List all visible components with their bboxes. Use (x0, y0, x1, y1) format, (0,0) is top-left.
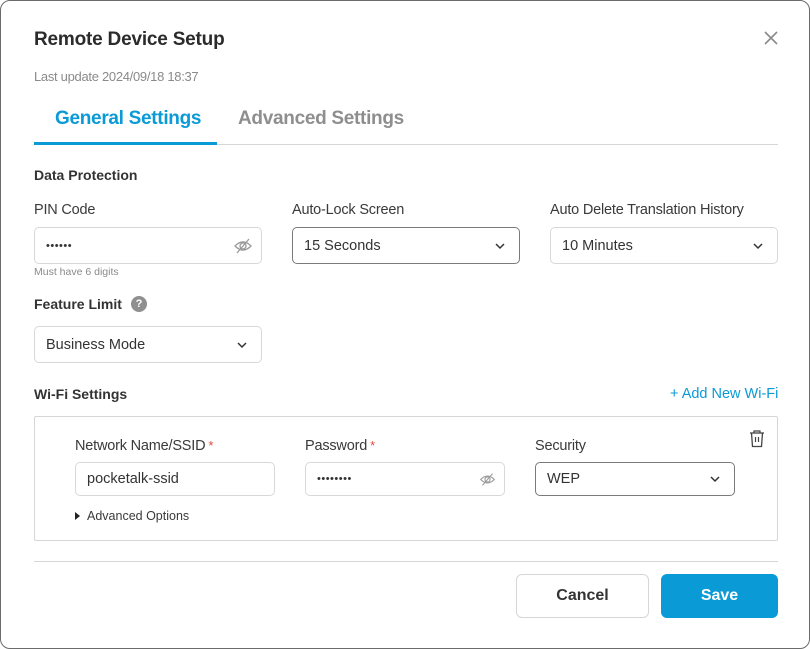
pin-code-input[interactable]: •••••• (34, 227, 262, 264)
close-icon[interactable] (761, 28, 781, 48)
chevron-down-icon (753, 242, 763, 249)
last-update-text: Last update 2024/09/18 18:37 (34, 69, 199, 84)
data-protection-heading: Data Protection (34, 167, 138, 183)
add-new-wifi-link[interactable]: + Add New Wi-Fi (670, 386, 778, 402)
trash-icon[interactable] (749, 430, 765, 448)
save-button[interactable]: Save (661, 574, 778, 618)
tab-general-settings[interactable]: General Settings (55, 108, 202, 130)
ssid-value: pocketalk-ssid (87, 471, 179, 487)
pin-code-label: PIN Code (34, 202, 96, 218)
eye-slash-icon[interactable] (479, 471, 496, 488)
wifi-password-input[interactable]: •••••••• (305, 462, 505, 496)
advanced-options-toggle[interactable]: Advanced Options (75, 509, 189, 523)
feature-limit-value: Business Mode (46, 336, 146, 353)
required-mark: * (370, 438, 375, 453)
feature-limit-select[interactable]: Business Mode (34, 326, 262, 363)
wifi-settings-heading: Wi-Fi Settings (34, 386, 128, 402)
tab-bar: General Settings Advanced Settings (34, 101, 778, 145)
eye-slash-icon[interactable] (233, 236, 253, 256)
required-mark: * (208, 438, 214, 453)
chevron-down-icon (710, 476, 720, 483)
ssid-label-text: Network Name/SSID (75, 438, 206, 454)
auto-lock-select[interactable]: 15 Seconds (292, 227, 520, 264)
security-select[interactable]: WEP (535, 462, 735, 496)
remote-device-setup-dialog: Remote Device Setup Last update 2024/09/… (0, 0, 810, 649)
auto-lock-label: Auto-Lock Screen (292, 202, 405, 218)
ssid-input[interactable]: pocketalk-ssid (75, 462, 275, 496)
active-tab-indicator (34, 142, 217, 145)
advanced-options-label: Advanced Options (87, 509, 190, 523)
pin-code-hint: Must have 6 digits (34, 266, 119, 278)
caret-right-icon (75, 512, 80, 520)
wifi-password-value: •••••••• (317, 473, 352, 485)
security-value: WEP (547, 471, 581, 487)
dialog-title: Remote Device Setup (34, 29, 225, 50)
auto-delete-value: 10 Minutes (562, 237, 633, 254)
footer-divider (34, 561, 778, 562)
help-icon[interactable]: ? (131, 296, 147, 312)
security-label: Security (535, 438, 586, 454)
auto-lock-value: 15 Seconds (304, 237, 381, 254)
auto-delete-select[interactable]: 10 Minutes (550, 227, 778, 264)
feature-limit-heading: Feature Limit (34, 296, 122, 312)
chevron-down-icon (237, 341, 247, 348)
auto-delete-label: Auto Delete Translation History (550, 202, 744, 218)
pin-code-value: •••••• (46, 239, 73, 252)
password-label: Password * (305, 438, 375, 454)
cancel-button[interactable]: Cancel (516, 574, 649, 618)
chevron-down-icon (495, 242, 505, 249)
tab-advanced-settings[interactable]: Advanced Settings (238, 108, 404, 130)
password-label-text: Password (305, 438, 368, 454)
ssid-label: Network Name/SSID * (75, 438, 213, 454)
